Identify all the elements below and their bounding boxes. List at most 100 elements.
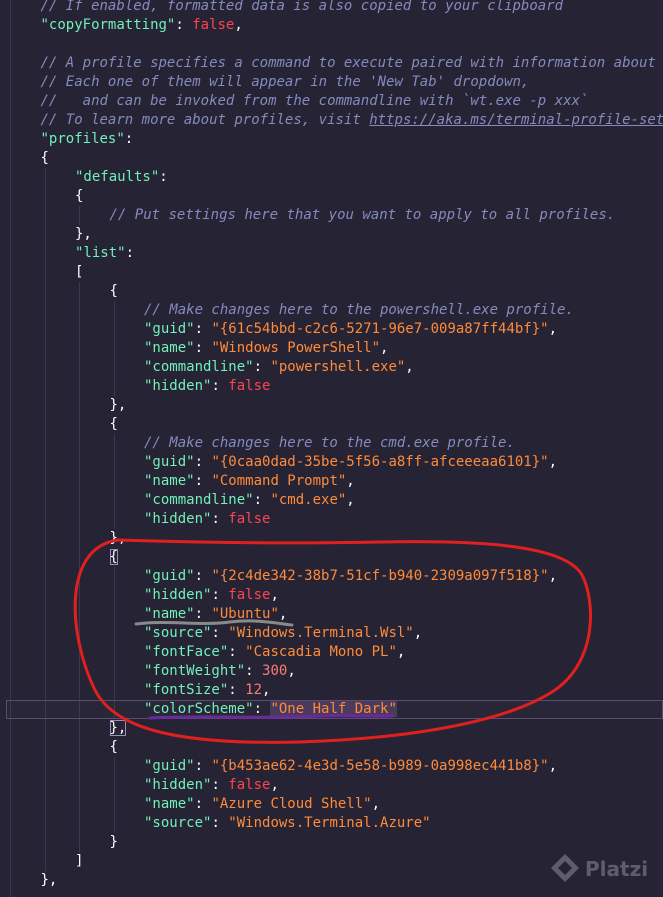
code-token-punc: },	[75, 226, 92, 242]
code-line[interactable]: "guid": "{0caa0dad-35be-5f56-a8ff-afceee…	[0, 453, 663, 472]
code-line[interactable]: // and can be invoked from the commandli…	[0, 92, 663, 111]
code-token-key: "fontWeight"	[144, 663, 246, 679]
code-line[interactable]: // Make changes here to the cmd.exe prof…	[0, 434, 663, 453]
code-line[interactable]: {	[0, 415, 663, 434]
code-line[interactable]: "guid": "{2c4de342-38b7-51cf-b940-2309a0…	[0, 567, 663, 586]
code-token-punc: :	[194, 606, 212, 622]
code-line[interactable]: // Put settings here that you want to ap…	[0, 206, 663, 225]
code-line[interactable]: // If enabled, formatted data is also co…	[0, 0, 663, 16]
code-token-key: "hidden"	[144, 777, 212, 793]
code-token-key: "hidden"	[144, 378, 212, 394]
code-token-key: "name"	[144, 796, 195, 812]
code-line[interactable]: "colorScheme": "One Half Dark"	[6, 700, 663, 719]
code-line[interactable]	[0, 35, 663, 54]
code-token-punc: ,	[380, 340, 389, 356]
code-line[interactable]: "guid": "{61c54bbd-c2c6-5271-96e7-009a87…	[0, 320, 663, 339]
code-token-punc: :	[124, 131, 134, 147]
code-token-punc: :	[253, 701, 271, 717]
code-token-punc: :	[211, 777, 229, 793]
code-line[interactable]: "source": "Windows.Terminal.Azure"	[0, 814, 663, 833]
code-line[interactable]: {	[0, 548, 663, 567]
code-token-str: "Command Prompt"	[211, 473, 347, 489]
code-line[interactable]: "copyFormatting": false,	[0, 16, 663, 35]
code-line[interactable]: {	[0, 282, 663, 301]
code-token-num: 300	[262, 663, 288, 679]
code-token-punc: ,	[413, 625, 423, 641]
code-line[interactable]: "name": "Azure Cloud Shell",	[0, 795, 663, 814]
code-token-punc: ]	[75, 853, 84, 869]
code-line[interactable]: },	[0, 529, 663, 548]
code-token-str: "{61c54bbd-c2c6-5271-96e7-009a87ff44bf}"	[211, 321, 549, 337]
code-line[interactable]: "fontSize": 12,	[0, 681, 663, 700]
code-line[interactable]: // Make changes here to the powershell.e…	[0, 301, 663, 320]
code-line[interactable]: "fontFace": "Cascadia Mono PL",	[0, 643, 663, 662]
code-token-kw: false	[228, 587, 271, 603]
code-token-punc: :	[194, 758, 212, 774]
code-line[interactable]: {	[0, 738, 663, 757]
code-token-punc: :	[211, 587, 229, 603]
code-token-comment: // Put settings here that you want to ap…	[109, 207, 616, 223]
code-line[interactable]: }	[0, 833, 663, 852]
code-token-punc: ,	[548, 454, 558, 470]
code-line[interactable]: // Each one of them will appear in the '…	[0, 73, 663, 92]
code-line[interactable]: "hidden": false,	[0, 586, 663, 605]
code-token-str: "{b453ae62-4e3d-5e58-b989-0a998ec441b8}"	[211, 758, 549, 774]
code-token-punc: ,	[287, 663, 296, 679]
code-line[interactable]: "profiles":	[0, 130, 663, 149]
code-line[interactable]: "commandline": "powershell.exe",	[0, 358, 663, 377]
code-token-punc: :	[253, 359, 271, 375]
watermark: Platzi	[549, 852, 659, 888]
code-token-punc: ,	[548, 758, 558, 774]
code-token-punc: :	[211, 625, 229, 641]
code-token-punc: :	[194, 568, 212, 584]
code-token-key: "name"	[144, 340, 195, 356]
code-token-kw: false	[228, 511, 271, 527]
code-token-punc: ,	[234, 17, 243, 33]
code-line[interactable]: "hidden": false	[0, 377, 663, 396]
code-token-punc: {	[109, 549, 118, 565]
code-line[interactable]: "source": "Windows.Terminal.Wsl",	[0, 624, 663, 643]
code-line[interactable]: {	[0, 187, 663, 206]
code-token-punc: :	[211, 378, 229, 394]
code-line[interactable]: "list":	[0, 244, 663, 263]
code-token-punc: {	[75, 188, 84, 204]
code-token-punc: }	[109, 834, 118, 850]
code-editor[interactable]: // If enabled, formatted data is also co…	[0, 0, 663, 897]
code-token-punc: {	[109, 739, 118, 755]
code-token-comment: // Each one of them will appear in the '…	[40, 74, 530, 90]
code-token-comment: // Make changes here to the cmd.exe prof…	[144, 435, 515, 451]
code-line[interactable]: "defaults":	[0, 168, 663, 187]
watermark-text: Platzi	[585, 857, 649, 881]
code-line[interactable]: "name": "Windows PowerShell",	[0, 339, 663, 358]
code-token-key: "name"	[144, 606, 195, 622]
code-token-key: "commandline"	[144, 359, 254, 375]
code-line[interactable]: "fontWeight": 300,	[0, 662, 663, 681]
code-token-punc: ,	[548, 321, 558, 337]
code-token-punc: :	[211, 815, 229, 831]
code-token-key: "profiles"	[40, 131, 125, 147]
code-token-str: "Azure Cloud Shell"	[211, 796, 372, 812]
code-line[interactable]: "commandline": "cmd.exe",	[0, 491, 663, 510]
code-line[interactable]: "hidden": false,	[0, 776, 663, 795]
code-token-str: "powershell.exe"	[270, 359, 406, 375]
code-line[interactable]: "hidden": false	[0, 510, 663, 529]
code-line[interactable]: // A profile specifies a command to exec…	[0, 54, 663, 73]
code-line[interactable]: },	[0, 225, 663, 244]
code-token-kw: false	[228, 378, 271, 394]
code-token-key: "guid"	[144, 454, 195, 470]
code-line[interactable]: },	[0, 719, 663, 738]
code-token-kw: false	[192, 17, 235, 33]
code-token-punc: :	[194, 321, 212, 337]
code-line[interactable]: "name": "Ubuntu",	[0, 605, 663, 624]
code-token-str: "Ubuntu"	[211, 606, 279, 622]
code-line[interactable]: "guid": "{b453ae62-4e3d-5e58-b989-0a998e…	[0, 757, 663, 776]
code-token-punc: :	[228, 682, 246, 698]
code-line[interactable]: // To learn more about profiles, visit h…	[0, 111, 663, 130]
code-token-punc: :	[228, 644, 246, 660]
code-line[interactable]: {	[0, 149, 663, 168]
code-line[interactable]: "name": "Command Prompt",	[0, 472, 663, 491]
code-token-kw: false	[228, 777, 271, 793]
code-line[interactable]: [	[0, 263, 663, 282]
code-token-punc: {	[109, 283, 118, 299]
code-line[interactable]: },	[0, 396, 663, 415]
